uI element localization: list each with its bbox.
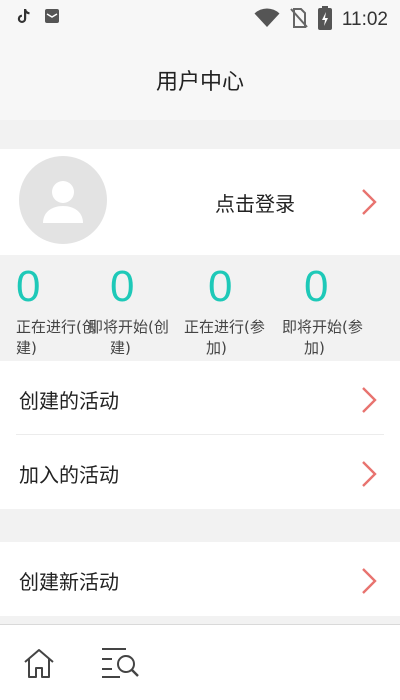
menu-item-created-activities[interactable]: 创建的活动: [0, 361, 400, 435]
stat-label: 即将开始(创 建): [88, 318, 169, 357]
status-bar: 11:02: [0, 0, 400, 36]
no-sim-icon: [290, 7, 308, 33]
chevron-right-icon: [360, 567, 378, 599]
activity-menu: 创建的活动 加入的活动: [0, 361, 400, 509]
profile-card[interactable]: 点击登录: [0, 149, 400, 255]
header: 用户中心: [0, 36, 400, 120]
user-avatar-icon[interactable]: [19, 156, 107, 244]
status-time: 11:02: [341, 9, 388, 30]
login-link[interactable]: 点击登录: [215, 188, 295, 217]
email-icon: [44, 8, 60, 28]
home-icon[interactable]: [22, 647, 56, 683]
stat-label: 即将开始(参 加): [282, 318, 363, 357]
create-menu: 创建新活动: [0, 542, 400, 616]
stat-label: 正在进行(参 加): [184, 318, 265, 357]
menu-item-label: 创建的活动: [19, 389, 119, 413]
search-list-icon[interactable]: [100, 645, 140, 683]
chevron-right-icon: [360, 386, 378, 418]
menu-item-label: 创建新活动: [19, 570, 119, 594]
tiktok-icon: [16, 8, 30, 28]
menu-item-joined-activities[interactable]: 加入的活动: [0, 435, 400, 509]
page-title: 用户中心: [155, 70, 244, 95]
stats-row: 0 正在进行(创 建) 0 即将开始(创 建) 0 正在进行(参 加) 0 即将…: [0, 255, 400, 361]
stat-value: 0: [16, 262, 41, 311]
menu-item-create-new-activity[interactable]: 创建新活动: [0, 542, 400, 616]
stat-value: 0: [304, 262, 329, 311]
stat-value: 0: [110, 262, 135, 311]
wifi-icon: [254, 8, 280, 32]
menu-item-label: 加入的活动: [19, 463, 119, 487]
bottom-nav: [0, 624, 400, 700]
battery-charging-icon: [317, 6, 332, 34]
chevron-right-icon: [360, 460, 378, 492]
stat-value: 0: [208, 262, 233, 311]
chevron-right-icon: [360, 188, 378, 220]
